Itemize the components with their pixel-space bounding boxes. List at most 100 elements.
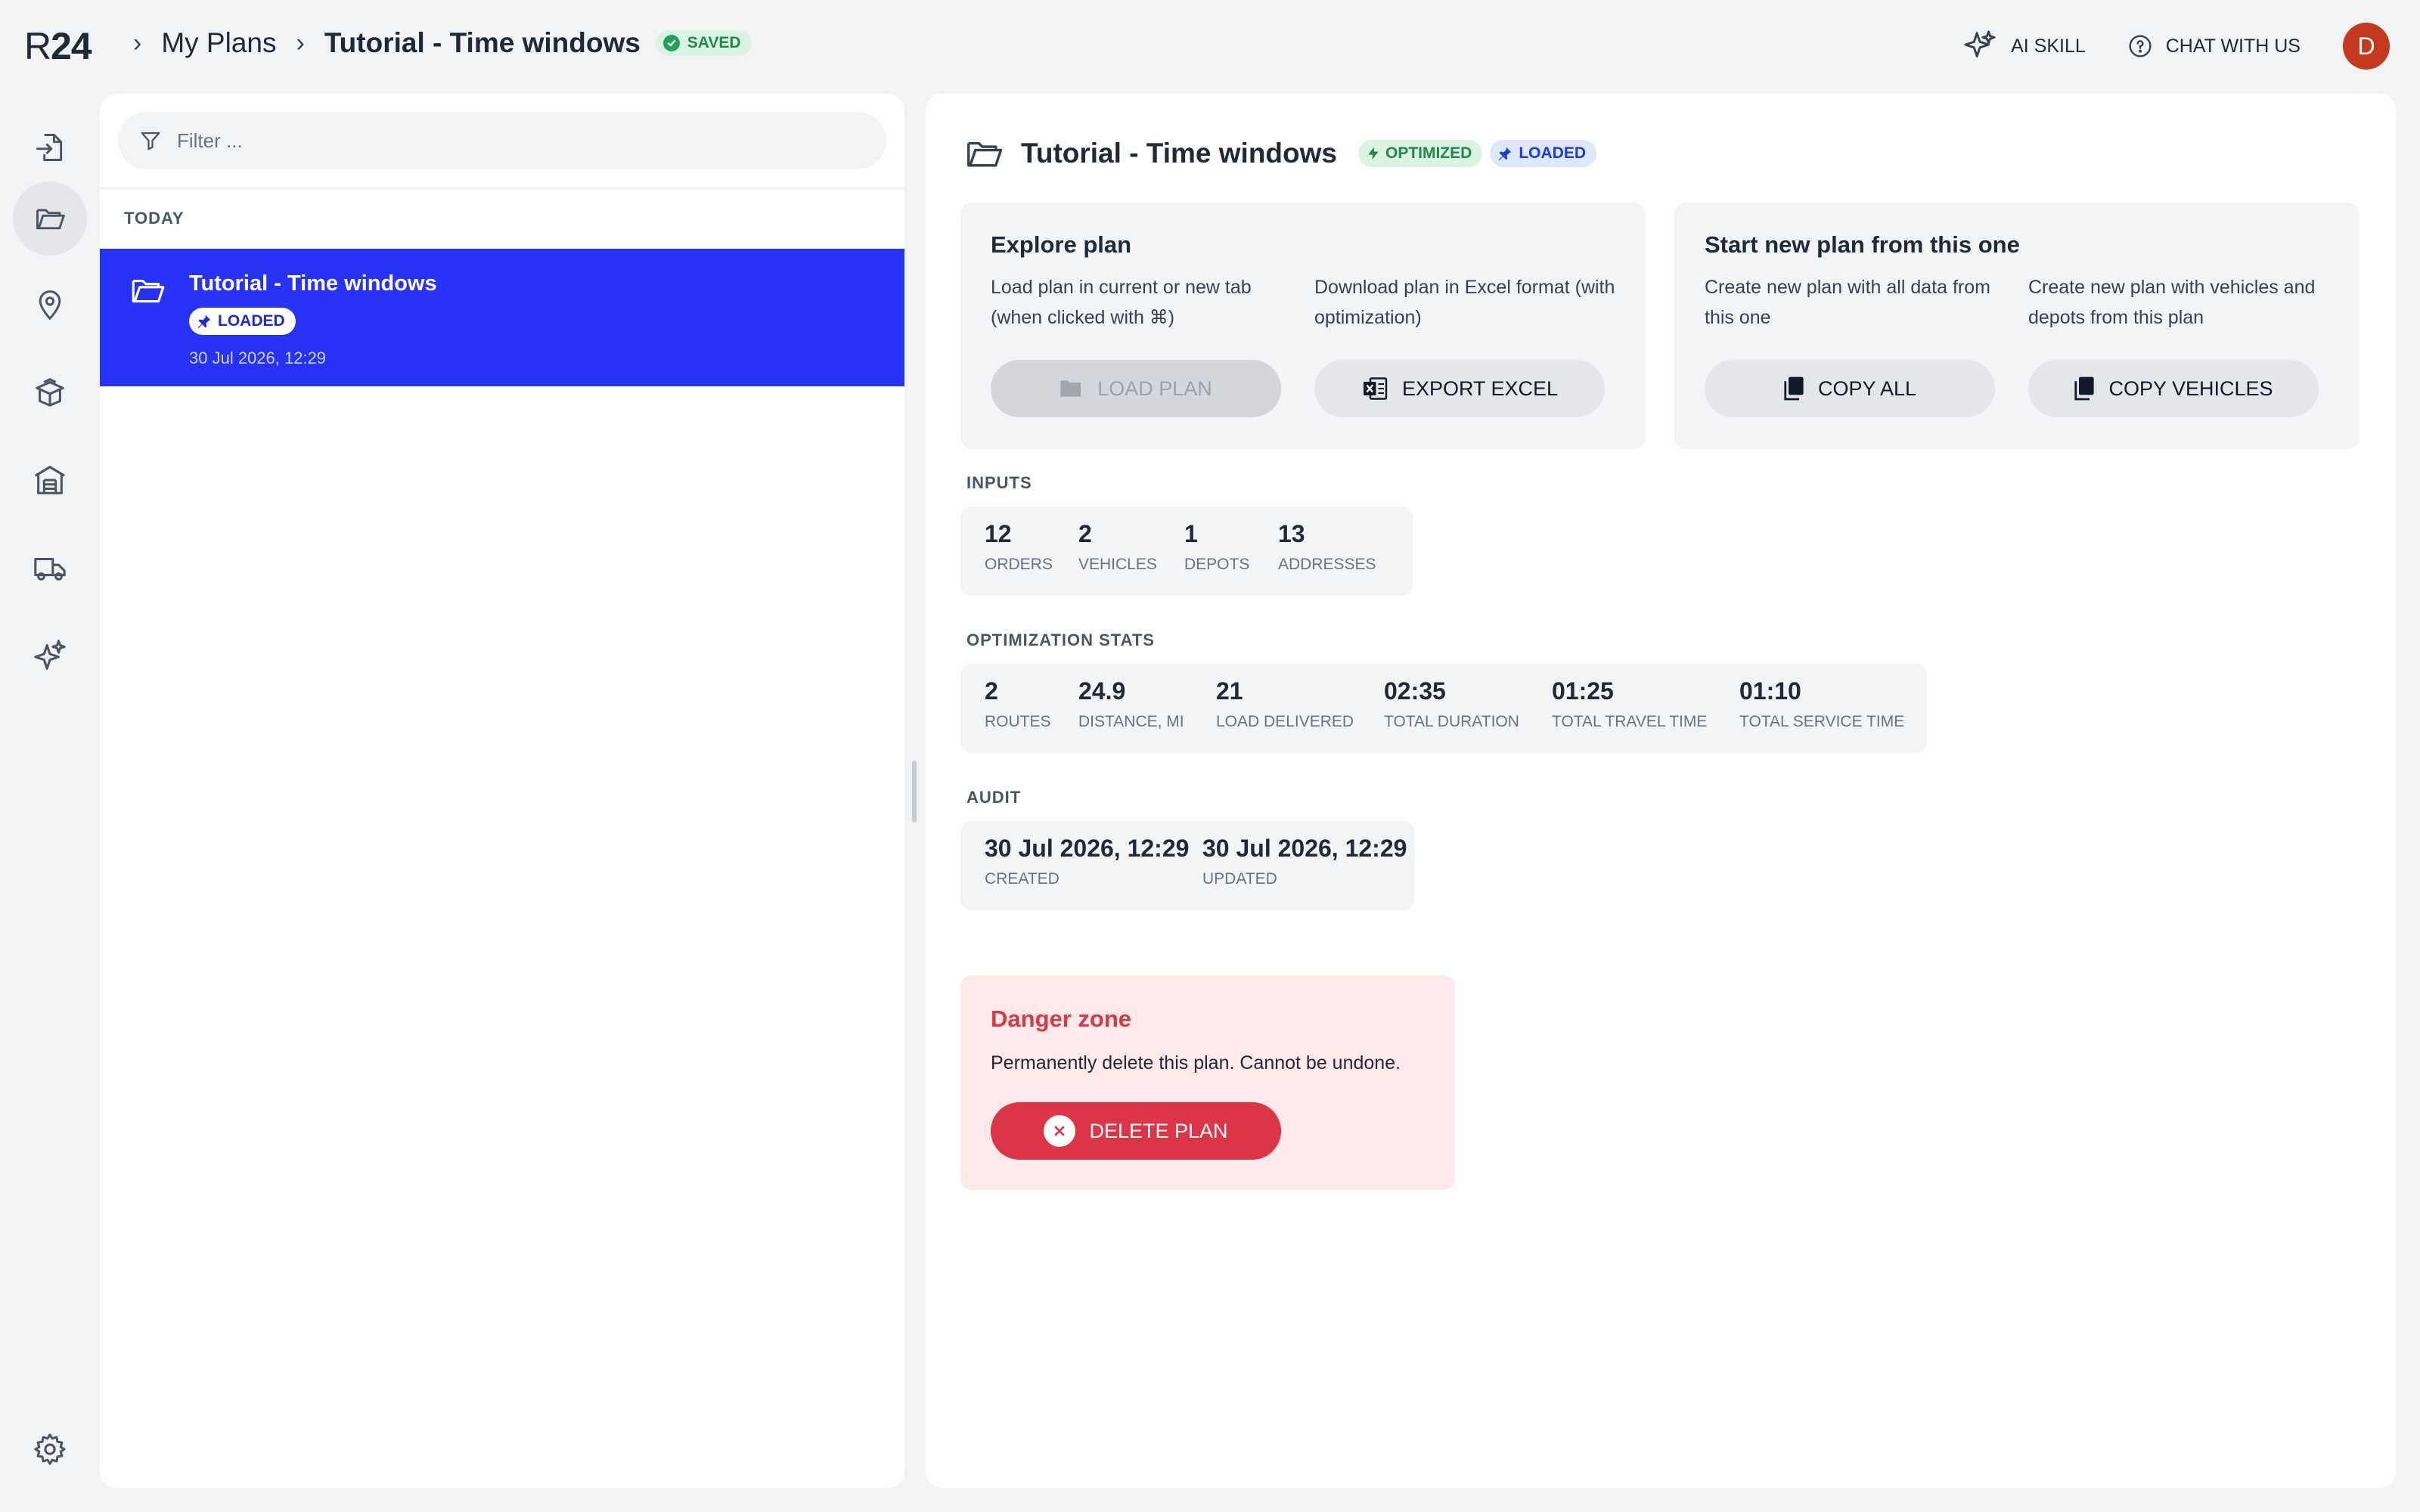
filter-field[interactable]	[118, 112, 886, 169]
location-pin-icon	[39, 290, 61, 321]
copy-vehicles-description: Create new plan with vehicles and depots…	[2028, 277, 2316, 328]
stat-value: 1	[1184, 520, 1198, 547]
ai-skill-label: AI SKILL	[2011, 35, 2086, 57]
export-excel-label: EXPORT EXCEL	[1401, 376, 1559, 400]
stat-label: LOAD DELIVERED	[1216, 713, 1354, 730]
copy-all-button[interactable]: COPY ALL	[1705, 360, 1995, 417]
stat-load-delivered: 21 LOAD DELIVERED	[1216, 677, 1354, 731]
sparkle-icon	[34, 640, 66, 670]
stat-label: DEPOTS	[1184, 556, 1250, 573]
warehouse-icon	[35, 466, 65, 494]
breadcrumb-my-plans-link[interactable]: My Plans	[161, 27, 276, 59]
stat-created: 30 Jul 2026, 12:29 CREATED	[985, 835, 1189, 888]
sidebar-item-plans[interactable]	[13, 181, 87, 256]
stat-label: ROUTES	[985, 713, 1051, 730]
inputs-section-label: INPUTS	[966, 473, 1032, 492]
plan-list-item[interactable]: Tutorial - Time windows LOADED 30 Jul 20…	[100, 249, 904, 386]
export-excel-description: Download plan in Excel format (with opti…	[1314, 277, 1615, 328]
stat-value: 01:25	[1552, 677, 1614, 705]
optimized-badge: OPTIMIZED	[1357, 140, 1483, 167]
plan-title: Tutorial - Time windows	[1021, 138, 1337, 169]
panel-resize-handle[interactable]	[912, 761, 917, 823]
check-circle-icon	[662, 35, 680, 51]
sidebar-item-orders[interactable]	[13, 355, 87, 429]
sidebar-item-import[interactable]	[13, 110, 87, 184]
loaded-badge: LOADED	[189, 308, 296, 335]
pin-icon	[197, 314, 211, 329]
stat-orders: 12 ORDERS	[985, 520, 1053, 574]
stat-label: ORDERS	[985, 556, 1053, 573]
stat-value: 24.9	[1078, 677, 1126, 705]
stat-value: 30 Jul 2026, 12:29	[1202, 835, 1407, 862]
optimized-badge-label: OPTIMIZED	[1385, 144, 1472, 162]
divider	[100, 187, 904, 189]
user-avatar[interactable]: D	[2343, 23, 2390, 70]
stat-value: 13	[1278, 520, 1305, 547]
copy-all-label: COPY ALL	[1817, 376, 1917, 400]
copy-vehicles-label: COPY VEHICLES	[2108, 376, 2273, 400]
breadcrumb-chevron-icon: ›	[133, 28, 142, 57]
sidebar-item-vehicles[interactable]	[13, 531, 87, 605]
package-icon	[36, 378, 64, 407]
folder-filled-icon	[1060, 380, 1081, 397]
sidebar-item-locations[interactable]	[13, 268, 87, 342]
stat-value: 02:35	[1384, 677, 1446, 705]
stat-total-service-time: 01:10 TOTAL SERVICE TIME	[1739, 677, 1904, 731]
sparkle-icon	[1964, 30, 1996, 57]
optimization-stats: 2 ROUTES 24.9 DISTANCE, MI 21 LOAD DELIV…	[960, 664, 1927, 753]
copy-vehicles-button[interactable]: COPY VEHICLES	[2028, 360, 2319, 417]
delete-plan-button[interactable]: DELETE PLAN	[991, 1102, 1281, 1160]
plans-list-panel: TODAY Tutorial - Time windows LOADED 30 …	[100, 94, 904, 1488]
stat-label: TOTAL TRAVEL TIME	[1552, 713, 1708, 730]
load-plan-button[interactable]: LOAD PLAN	[991, 360, 1281, 417]
stat-label: UPDATED	[1202, 870, 1277, 888]
export-excel-button[interactable]: EXPORT EXCEL	[1314, 360, 1605, 417]
stat-value: 01:10	[1739, 677, 1801, 705]
start-new-plan-title: Start new plan from this one	[1705, 231, 2020, 258]
stat-label: DISTANCE, MI	[1078, 713, 1184, 730]
stat-value: 2	[985, 677, 998, 705]
stat-label: CREATED	[985, 870, 1060, 888]
top-actions: AI SKILL CHAT WITH US D	[1962, 23, 2390, 70]
close-circle-icon	[1044, 1115, 1076, 1147]
sidebar-item-ai[interactable]	[13, 618, 87, 692]
filter-icon	[141, 132, 160, 150]
excel-icon	[1363, 377, 1388, 400]
stat-vehicles: 2 VEHICLES	[1078, 520, 1157, 574]
loaded-badge-label: LOADED	[1519, 144, 1586, 162]
explore-plan-card: Explore plan Load plan in current or new…	[960, 203, 1646, 449]
help-circle-icon	[2129, 35, 2152, 57]
gear-icon	[34, 1433, 66, 1465]
breadcrumb-chevron-icon: ›	[296, 28, 305, 57]
explore-plan-title: Explore plan	[991, 231, 1132, 258]
plan-detail-panel: Tutorial - Time windows OPTIMIZED LOADED…	[926, 94, 2396, 1488]
stat-label: TOTAL DURATION	[1384, 713, 1519, 730]
sidebar-item-depots[interactable]	[13, 443, 87, 517]
sidebar-item-settings[interactable]	[13, 1412, 87, 1486]
saved-status-label: SAVED	[687, 34, 741, 51]
delete-plan-label: DELETE PLAN	[1089, 1119, 1228, 1142]
filter-input[interactable]	[177, 129, 858, 153]
start-new-plan-card: Start new plan from this one Create new …	[1674, 203, 2360, 449]
plan-header: Tutorial - Time windows OPTIMIZED LOADED	[963, 133, 1596, 174]
saved-status-badge: SAVED	[655, 30, 752, 56]
danger-zone-card: Danger zone Permanently delete this plan…	[960, 975, 1455, 1190]
group-label-today: TODAY	[124, 209, 185, 228]
chat-with-us-button[interactable]: CHAT WITH US	[2128, 34, 2301, 58]
stat-updated: 30 Jul 2026, 12:29 UPDATED	[1202, 835, 1407, 888]
stat-total-duration: 02:35 TOTAL DURATION	[1384, 677, 1519, 731]
truck-icon	[34, 557, 66, 581]
stat-value: 21	[1216, 677, 1243, 705]
plan-item-title: Tutorial - Time windows	[189, 271, 437, 296]
stat-routes: 2 ROUTES	[985, 677, 1051, 731]
stat-value: 2	[1078, 520, 1092, 547]
ai-skill-button[interactable]: AI SKILL	[1962, 29, 2086, 64]
loaded-badge-label: LOADED	[218, 312, 285, 330]
app-logo[interactable]: R24	[24, 24, 92, 68]
optimization-section-label: OPTIMIZATION STATS	[966, 631, 1155, 649]
danger-zone-description: Permanently delete this plan. Cannot be …	[991, 1052, 1401, 1074]
stat-value: 12	[985, 520, 1012, 547]
folder-icon	[132, 279, 165, 303]
breadcrumb-current-plan: Tutorial - Time windows	[324, 27, 641, 58]
breadcrumb: › My Plans › Tutorial - Time windows SAV…	[113, 27, 752, 59]
